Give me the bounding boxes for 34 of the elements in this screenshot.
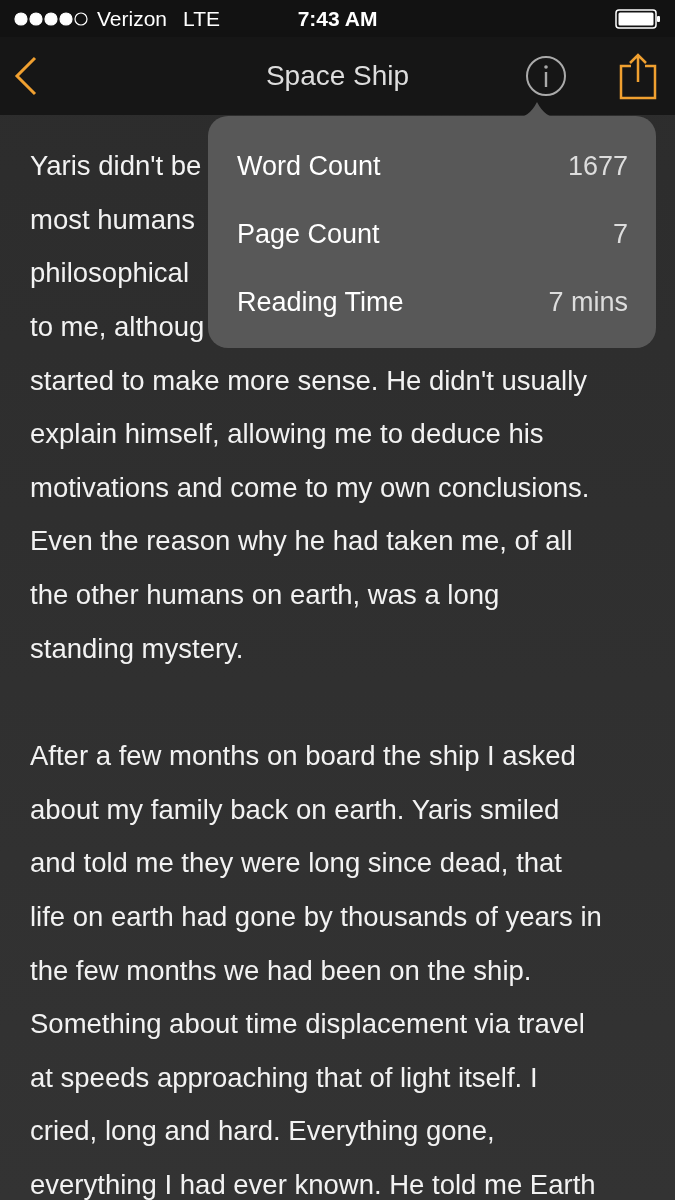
carrier-name: Verizon bbox=[97, 6, 168, 31]
story-text-line: the other humans on earth, was a long bbox=[30, 581, 500, 609]
story-text-line: cried, long and hard. Everything gone, bbox=[30, 1117, 495, 1145]
story-text-line: the few months we had been on the ship. bbox=[30, 956, 532, 984]
info-button[interactable] bbox=[525, 55, 567, 97]
story-text-line: about my family back on earth. Yaris smiled bbox=[30, 795, 560, 823]
story-text-line: started to make more sense. He didn't usually bbox=[30, 366, 588, 394]
stat-label: Word Count bbox=[237, 150, 381, 182]
status-time: 7:43 AM bbox=[297, 6, 378, 31]
story-text-line: Something about time displacement via travel bbox=[30, 1010, 585, 1038]
story-text-line: explain himself, allowing me to deduce his bbox=[30, 420, 544, 448]
story-text-line: Yaris didn't be bbox=[30, 152, 202, 180]
back-button[interactable] bbox=[14, 56, 38, 96]
share-button[interactable] bbox=[619, 52, 657, 100]
story-text-line: Even the reason why he had taken me, of all bbox=[30, 527, 573, 555]
story-text-line: life on earth had gone by thousands of years in bbox=[30, 903, 602, 930]
signal-icon bbox=[14, 11, 89, 26]
story-text-line: philosophical bbox=[30, 259, 189, 287]
nav-title: Space Ship bbox=[265, 60, 410, 92]
story-text-line: most humans bbox=[30, 205, 196, 233]
story-text-line: After a few months on board the ship I asked bbox=[30, 742, 576, 770]
story-text-line: and told me they were long since dead, that bbox=[30, 849, 562, 877]
story-text-line: at speeds approaching that of light itself. I bbox=[30, 1063, 538, 1091]
stat-value: 7 mins bbox=[548, 286, 628, 318]
story-text-line: to me, althoug bbox=[30, 313, 205, 341]
stat-label: Page Count bbox=[237, 218, 380, 250]
stat-label: Reading Time bbox=[237, 286, 404, 318]
stat-value: 1677 bbox=[567, 150, 628, 182]
story-text-line: everything I had ever known. He told me Earth bbox=[30, 1171, 596, 1198]
battery-icon bbox=[615, 8, 661, 29]
story-text-line: motivations and come to my own conclusions. bbox=[30, 473, 590, 501]
network-type: LTE bbox=[183, 6, 220, 31]
stat-value: 7 bbox=[612, 218, 628, 250]
story-text-line: standing mystery. bbox=[30, 634, 244, 662]
